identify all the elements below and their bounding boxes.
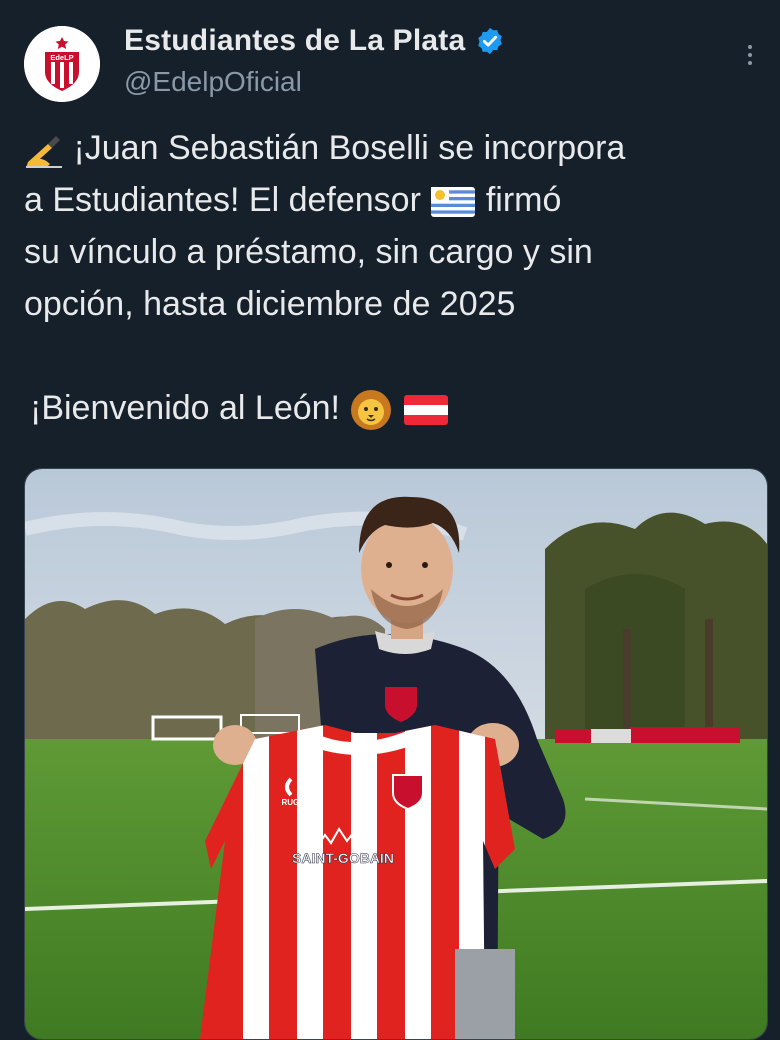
tweet-line-2-text: a Estudiantes! El defensor [24,181,421,219]
dot [748,45,752,49]
tweet-media-photo[interactable]: RUGE SAINT-GOBAIN [24,468,768,1040]
tweet-line-5: ¡Bienvenido al León! [24,382,764,434]
tweet-text: ¡Juan Sebastián Boselli se incorpora a E… [24,122,764,434]
account-name[interactable]: Estudiantes de La Plata [124,24,465,58]
tweet-line-2: a Estudiantes! El defensor firmó [24,174,764,226]
account-handle[interactable]: @EdelpOficial [124,66,302,98]
jersey-sponsor: SAINT-GOBAIN [292,850,394,866]
club-crest-icon: EdeLP [24,26,100,102]
more-options-icon[interactable] [740,40,760,70]
verified-badge-icon [478,27,503,55]
name-row: Estudiantes de La Plata [124,24,505,58]
tweet-line-4: opción, hasta diciembre de 2025 [24,278,764,330]
tweet-line-2b-text: firmó [485,181,562,219]
tweet-line-1-text: ¡Juan Sebastián Boselli se incorpora [73,129,626,167]
jersey-brand: RUGE [281,798,305,807]
tweet-line-3: su vínculo a préstamo, sin cargo y sin [24,226,764,278]
tweet-line-1: ¡Juan Sebastián Boselli se incorpora [24,122,764,174]
avatar-badge-text: EdeLP [50,53,73,62]
tweet-header: EdeLP Estudiantes de La Plata @EdelpOfic… [24,22,760,106]
lion-face-emoji [351,390,392,431]
dot [748,53,752,57]
uruguay-flag-emoji [431,187,476,218]
player-photo-illustration: RUGE SAINT-GOBAIN [25,469,767,1039]
dot [748,61,752,65]
tweet-line-5-text: ¡Bienvenido al León! [30,389,341,427]
account-avatar[interactable]: EdeLP [24,26,100,102]
tweet-line-3-text: su vínculo a préstamo, sin cargo y sin [24,233,593,271]
writing-hand-emoji [26,136,62,169]
tweet-line-4-text: opción, hasta diciembre de 2025 [24,285,516,323]
red-white-flag-emoji [403,395,448,426]
